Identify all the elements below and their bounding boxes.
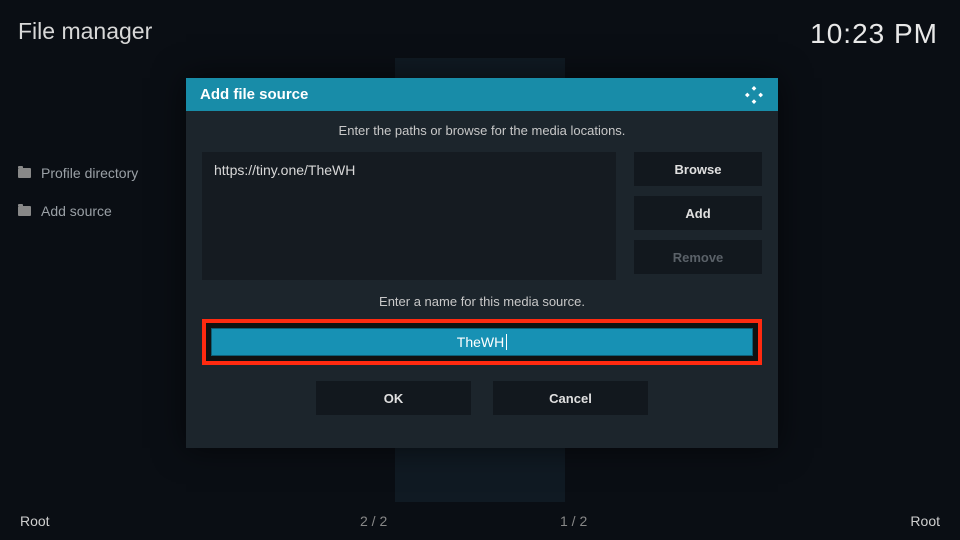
path-value: https://tiny.one/TheWH: [214, 162, 604, 178]
dialog-body: Enter the paths or browse for the media …: [186, 111, 778, 429]
dialog-actions: OK Cancel: [202, 381, 762, 415]
page-title: File manager: [18, 18, 152, 45]
clock: 10:23 PM: [810, 18, 938, 50]
footer-right-label: Root: [910, 513, 940, 529]
dialog-header: Add file source: [186, 78, 778, 111]
add-file-source-dialog: Add file source Enter the paths or brows…: [186, 78, 778, 448]
folder-icon: [18, 206, 31, 216]
ok-button[interactable]: OK: [316, 381, 471, 415]
sidebar-item-add-source[interactable]: Add source: [18, 203, 190, 219]
sidebar: Profile directory Add source: [0, 60, 190, 500]
pager-right: 1 / 2: [560, 513, 760, 529]
footer: Root 2 / 2 1 / 2 Root: [0, 502, 960, 540]
kodi-logo-icon: [744, 85, 764, 105]
add-button[interactable]: Add: [634, 196, 762, 230]
side-buttons: Browse Add Remove: [634, 152, 762, 280]
sidebar-item-label: Add source: [41, 203, 112, 219]
paths-input[interactable]: https://tiny.one/TheWH: [202, 152, 616, 280]
app-header: File manager 10:23 PM: [0, 0, 960, 60]
paths-row: https://tiny.one/TheWH Browse Add Remove: [202, 152, 762, 280]
name-field-highlight: TheWH: [202, 319, 762, 365]
sidebar-item-label: Profile directory: [41, 165, 138, 181]
cancel-button[interactable]: Cancel: [493, 381, 648, 415]
source-name-value: TheWH: [457, 334, 504, 350]
browse-button[interactable]: Browse: [634, 152, 762, 186]
source-name-input[interactable]: TheWH: [211, 328, 753, 356]
pager-left: 2 / 2: [360, 513, 560, 529]
name-instruction: Enter a name for this media source.: [202, 294, 762, 309]
footer-left-label: Root: [20, 513, 360, 529]
folder-icon: [18, 168, 31, 178]
sidebar-item-profile-directory[interactable]: Profile directory: [18, 165, 190, 181]
dialog-title: Add file source: [200, 86, 308, 103]
paths-instruction: Enter the paths or browse for the media …: [202, 123, 762, 138]
text-cursor: [506, 334, 507, 350]
remove-button: Remove: [634, 240, 762, 274]
